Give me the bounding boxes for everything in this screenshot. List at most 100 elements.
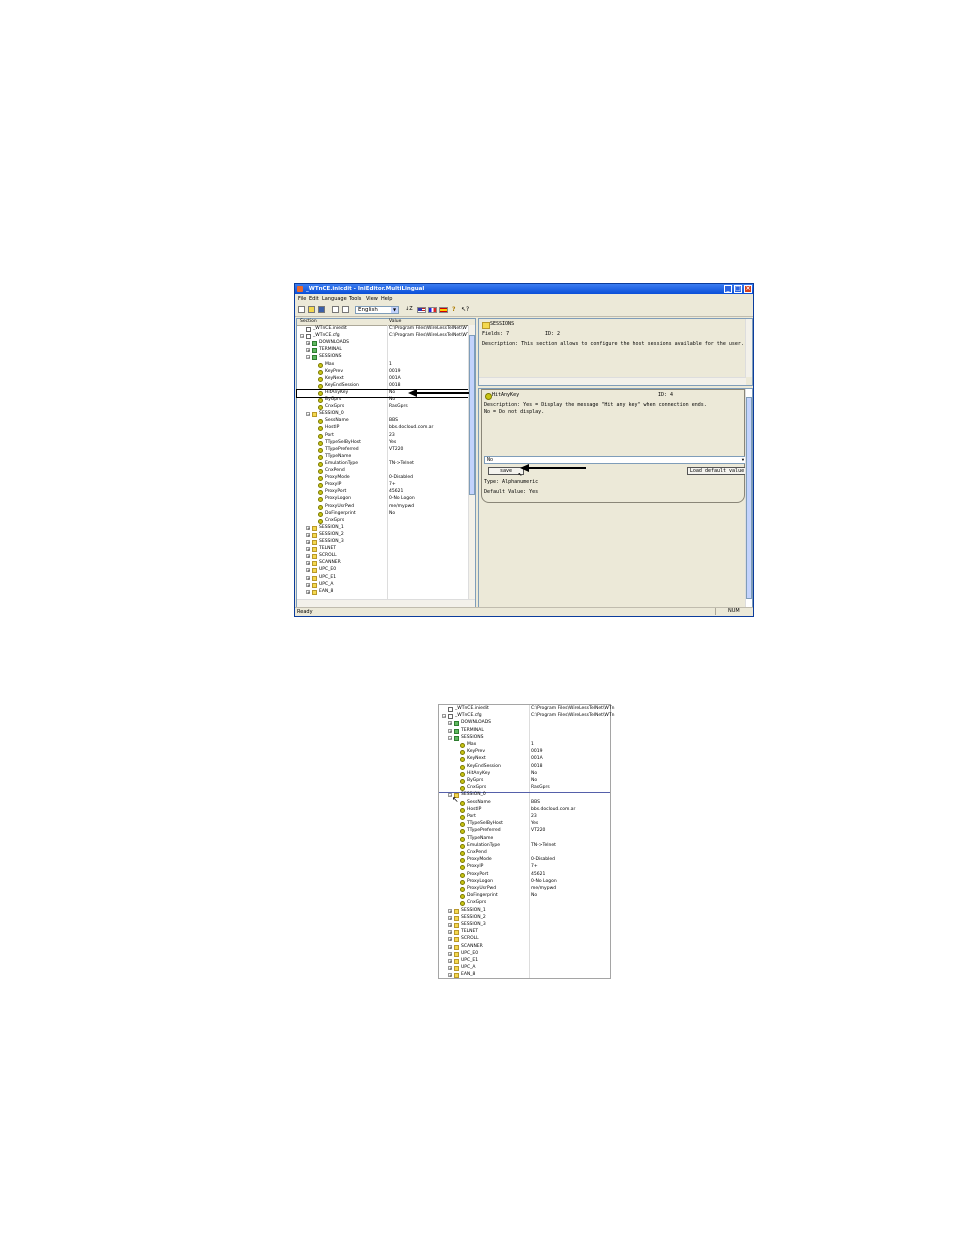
tree-row[interactable]: − SESSIONS	[297, 354, 469, 361]
expand-icon[interactable]: +	[306, 547, 310, 552]
expand-icon[interactable]: +	[448, 915, 452, 920]
collapse-icon[interactable]: −	[448, 735, 452, 740]
context-help-icon[interactable]: ↖?	[461, 306, 469, 313]
menu-language[interactable]: Language	[322, 296, 347, 302]
us-flag-icon[interactable]	[417, 307, 426, 313]
detail-vertical-scrollbar[interactable]	[745, 389, 752, 607]
tree-row[interactable]: Port 23	[439, 814, 610, 821]
expand-icon[interactable]: +	[306, 540, 310, 545]
tree-row[interactable]: KeyNext 001A	[439, 756, 610, 763]
spain-flag-icon[interactable]	[439, 307, 448, 313]
tree-row[interactable]: EmulationType TN->Telnet	[439, 843, 610, 850]
tree-row[interactable]: ProxyPort 45621	[297, 489, 469, 496]
expand-icon[interactable]: +	[448, 973, 452, 978]
expand-icon[interactable]: +	[306, 532, 310, 537]
expand-icon[interactable]: +	[448, 923, 452, 928]
collapse-icon[interactable]: −	[442, 714, 446, 719]
tree-row[interactable]: + SCANNER	[439, 944, 610, 951]
menu-help[interactable]: Help	[381, 296, 392, 302]
tree-row[interactable]: ProxyLogon 0-No Logon	[439, 879, 610, 886]
tree-row[interactable]: ProxyIP 7+	[439, 864, 610, 871]
expand-icon[interactable]: +	[448, 951, 452, 956]
tree-row[interactable]: − SESSION_0	[439, 792, 610, 799]
tree-row[interactable]: EmulationType TN->Telnet	[297, 461, 469, 468]
tree-row[interactable]: ProxyUsrPwd me/mypwd	[297, 504, 469, 511]
close-button[interactable]: ×	[744, 285, 752, 293]
tree-row[interactable]: + UPC_A	[297, 582, 469, 589]
tree-row[interactable]: SessName BBS	[439, 800, 610, 807]
load-default-value-button[interactable]: Load default value	[687, 467, 747, 475]
tree-row[interactable]: ProxyLogon 0-No Logon	[297, 496, 469, 503]
expand-icon[interactable]: +	[448, 728, 452, 733]
section-tree-zoom[interactable]: _WTnCE.iniedit C:\Program Files\WireLessT…	[438, 704, 614, 979]
help-question-icon[interactable]: ?	[452, 306, 459, 313]
tree-row[interactable]: ByGprs No	[297, 397, 469, 404]
tree-row[interactable]: CnxPend	[439, 850, 610, 857]
expand-icon[interactable]: +	[306, 575, 310, 580]
info-vertical-scrollbar[interactable]	[745, 319, 752, 377]
tree-row[interactable]: + DOWNLOADS	[439, 720, 610, 727]
tree-row[interactable]: Max 1	[297, 362, 469, 369]
expand-icon[interactable]: +	[448, 966, 452, 971]
save-disk-icon[interactable]	[318, 306, 325, 313]
copy-icon[interactable]	[332, 306, 339, 313]
new-file-icon[interactable]	[298, 306, 305, 313]
tree-row[interactable]: HitAnyKey No	[439, 771, 610, 778]
menu-view[interactable]: View	[366, 296, 378, 302]
tree-row[interactable]: + EAN_8	[297, 589, 469, 596]
tree-row[interactable]: ProxyIP 7+	[297, 482, 469, 489]
tree-row[interactable]: TTypeSelByHost Yes	[439, 821, 610, 828]
expand-icon[interactable]: +	[306, 348, 310, 353]
tree-row[interactable]: + SESSION_2	[297, 532, 469, 539]
tree-row[interactable]: KeyEndSession 0018	[297, 383, 469, 390]
france-flag-icon[interactable]	[428, 307, 437, 313]
tree-row[interactable]: + TERMINAL	[439, 728, 610, 735]
collapse-icon[interactable]: −	[306, 412, 310, 417]
expand-icon[interactable]: +	[448, 930, 452, 935]
tree-row[interactable]: + UPC_E1	[297, 575, 469, 582]
sort-az-icon[interactable]: ↓Z	[405, 306, 413, 313]
expand-icon[interactable]: +	[306, 341, 310, 346]
menu-file[interactable]: File	[298, 296, 306, 302]
tree-horizontal-scrollbar[interactable]	[297, 599, 475, 607]
menu-edit[interactable]: Edit	[309, 296, 319, 302]
tree-row[interactable]: + SCROLL	[439, 936, 610, 943]
tree-row[interactable]: KeyEndSession 0018	[439, 764, 610, 771]
tree-row[interactable]: ProxyMode 0-Disabled	[297, 475, 469, 482]
minimize-button[interactable]: _	[724, 285, 732, 293]
tree-row[interactable]: HostIP bbs.docloud.com.ar	[439, 807, 610, 814]
tree-row[interactable]: ProxyMode 0-Disabled	[439, 857, 610, 864]
tree-row[interactable]: _WTnCE.iniedit C:\Program Files\WireLessT…	[439, 706, 614, 713]
tree-row[interactable]: DoFingerprint No	[439, 893, 610, 900]
expand-icon[interactable]: +	[306, 568, 310, 573]
expand-icon[interactable]: +	[448, 937, 452, 942]
tree-row[interactable]: − SESSION_0	[297, 411, 469, 418]
expand-icon[interactable]: +	[448, 944, 452, 949]
tree-row[interactable]: TTypePreferred VT220	[439, 828, 610, 835]
tree-row[interactable]: + SESSION_2	[439, 915, 610, 922]
column-section-header[interactable]: Section	[300, 319, 317, 324]
scrollbar-thumb[interactable]	[746, 397, 752, 599]
menu-tools[interactable]: Tools	[349, 296, 361, 302]
tree-row[interactable]: KeyPrev 0019	[439, 749, 610, 756]
language-select[interactable]: English ▼	[355, 306, 399, 314]
tree-row[interactable]: CnxGprs	[297, 518, 469, 525]
title-bar[interactable]: _WTnCE.inicdit - IniEditor.MultiLingual …	[295, 284, 753, 294]
open-folder-icon[interactable]	[308, 306, 315, 313]
tree-row[interactable]: ProxyUsrPwd me/mypwd	[439, 886, 610, 893]
tree-row[interactable]: TTypeSelByHost Yes	[297, 440, 469, 447]
scrollbar-thumb[interactable]	[469, 335, 475, 495]
tree-row[interactable]: + SESSION_3	[439, 922, 610, 929]
tree-row[interactable]: TTypePreferred VT220	[297, 447, 469, 454]
tree-row[interactable]: SessName BBS	[297, 418, 469, 425]
tree-row[interactable]: Max 1	[439, 742, 610, 749]
value-combobox[interactable]: No ▼	[484, 456, 747, 464]
tree-row[interactable]: TTypeName	[297, 454, 469, 461]
expand-icon[interactable]: +	[306, 525, 310, 530]
tree-row[interactable]: + UPC_E1	[439, 958, 610, 965]
maximize-button[interactable]: □	[734, 285, 742, 293]
column-value-header[interactable]: Value	[389, 319, 401, 324]
tree-row[interactable]: CnxGprs	[439, 900, 610, 907]
tree-row[interactable]: Port 23	[297, 433, 469, 440]
tree-row[interactable]: − SESSIONS	[439, 735, 610, 742]
